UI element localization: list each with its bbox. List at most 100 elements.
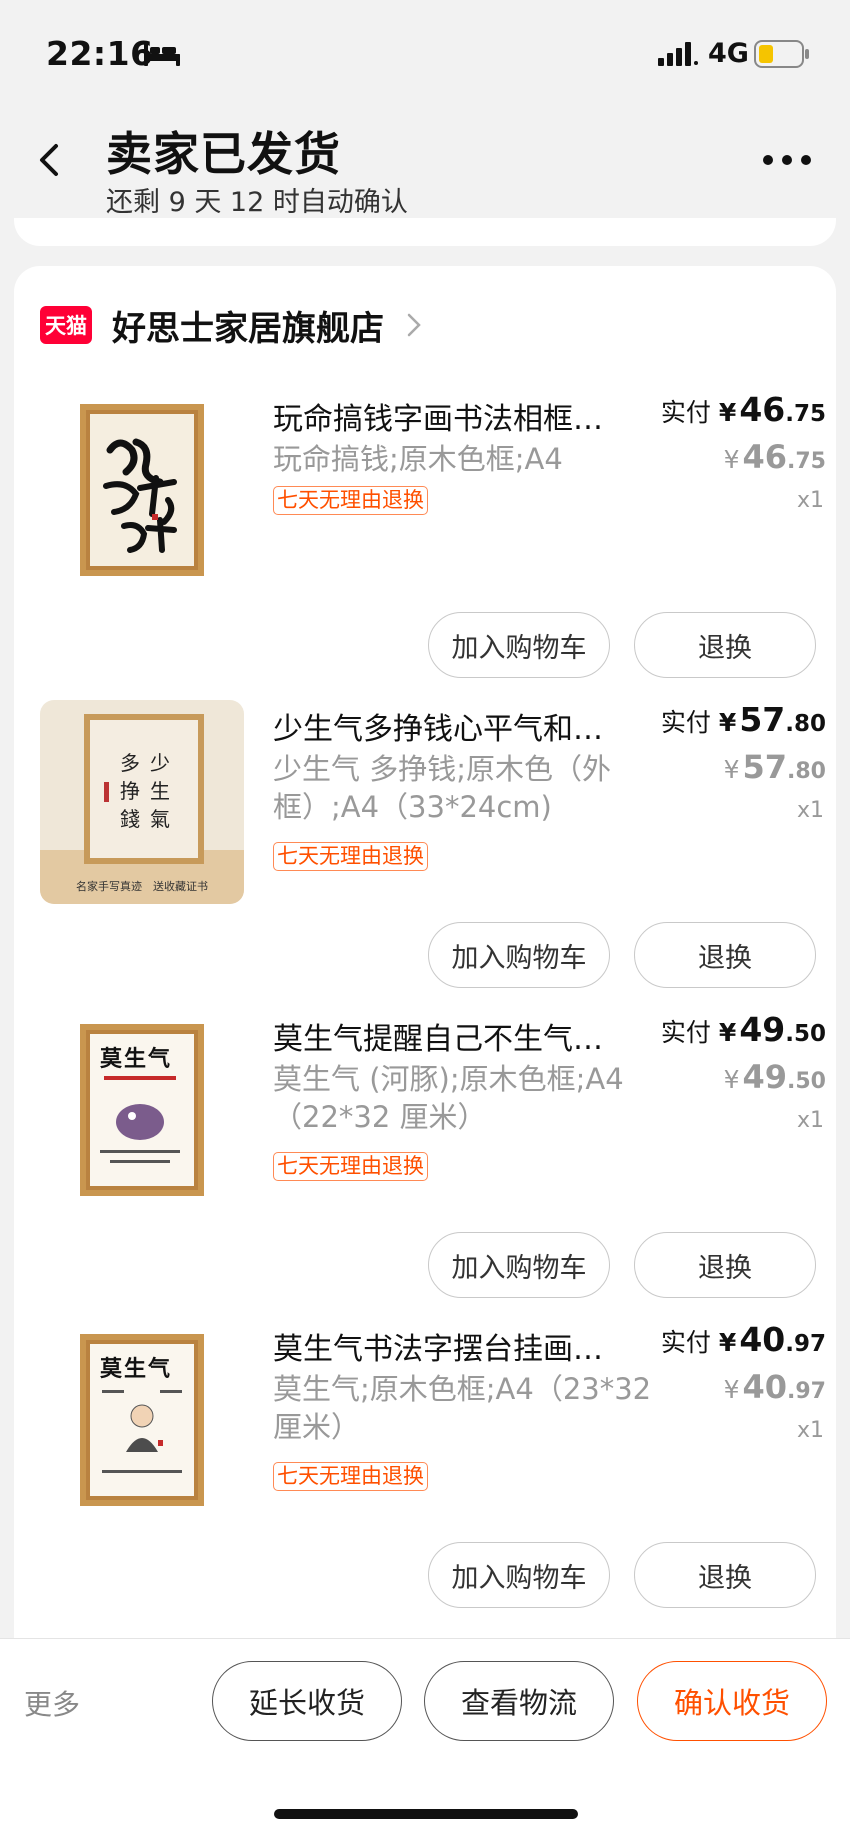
svg-text:气: 气 [147,1046,170,1072]
paid-price-decimal: .97 [785,1331,826,1357]
paid-price-integer: 57 [739,700,786,739]
battery-icon [754,40,809,68]
paid-label: 实付 [660,1018,711,1047]
quantity: x1 [796,1418,824,1443]
page-header: 卖家已发货 还剩 9 天 12 时自动确认 [0,100,850,230]
currency-symbol: ¥ [718,398,737,427]
return-policy-tag: 七天无理由退换 [273,1152,428,1181]
order-items-card: 天猫 好思士家居旗舰店 玩命搞钱字画书法相框… 玩命搞钱;原木色框;A4 七天无… [14,266,836,1666]
product-thumbnail[interactable]: 莫生气 [40,1320,244,1524]
return-exchange-button[interactable]: 退换 [634,612,816,678]
network-type: 4G [708,38,749,69]
add-to-cart-button[interactable]: 加入购物车 [428,1232,610,1298]
page-title: 卖家已发货 [106,127,341,181]
currency-symbol: ¥ [723,1065,740,1094]
more-actions-link[interactable]: 更多 [24,1683,80,1723]
svg-text:生: 生 [124,1046,146,1072]
currency-symbol: ¥ [723,1375,740,1404]
order-detail-page: 22:16 4G 卖家已发货 还剩 9 天 12 时自动确认 天猫 好思士家居旗… [0,0,850,1839]
thumb-caption: 名家手写真迹 送收藏证书 [76,879,208,893]
paid-price: 实付 ¥ 46 .75 [661,390,826,429]
unit-price-decimal: .97 [787,1379,826,1404]
currency-symbol: ¥ [718,1018,737,1047]
framed-monk-image: 莫生气 [40,1320,244,1524]
unit-price-decimal: .80 [787,759,826,784]
quantity: x1 [796,1108,824,1133]
currency-symbol: ¥ [723,445,740,474]
return-exchange-button[interactable]: 退换 [634,1232,816,1298]
add-to-cart-button[interactable]: 加入购物车 [428,1542,610,1608]
unit-price-integer: 57 [742,748,788,786]
unit-price-decimal: .75 [787,449,826,474]
paid-label: 实付 [660,1328,711,1357]
paid-price-integer: 46 [739,390,786,429]
chevron-right-icon [407,313,421,337]
unit-price: ¥ 49 .50 [724,1058,826,1096]
paid-price-integer: 49 [739,1010,786,1049]
paid-price: 实付 ¥ 57 .80 [661,700,826,739]
more-icon[interactable] [762,152,812,168]
currency-symbol: ¥ [718,1328,737,1357]
svg-text:多: 多 [120,751,140,775]
framed-calligraphy-image [40,390,244,594]
svg-text:氣: 氣 [150,807,170,831]
paid-price-decimal: .75 [785,401,826,427]
store-name[interactable]: 好思士家居旗舰店 [112,301,384,350]
paid-price-decimal: .50 [785,1021,826,1047]
previous-card-edge [14,218,836,246]
unit-price-decimal: .50 [787,1069,826,1094]
product-title[interactable]: 莫生气提醒自己不生气… [273,1014,653,1058]
tmall-badge: 天猫 [40,306,92,344]
unit-price-integer: 46 [742,438,788,476]
product-spec: 莫生气;原木色框;A4（23*32 厘米） [273,1372,652,1444]
paid-price-decimal: .80 [785,711,826,737]
unit-price: ¥ 46 .75 [724,438,826,476]
store-header[interactable]: 天猫 好思士家居旗舰店 [40,301,422,350]
paid-price-integer: 40 [739,1320,786,1359]
auto-confirm-countdown: 还剩 9 天 12 时自动确认 [106,187,408,218]
quantity: x1 [796,798,824,823]
product-spec: 少生气 多挣钱;原木色（外框）;A4（33*24cm) [273,752,611,824]
status-time: 22:16 [46,34,154,73]
return-exchange-button[interactable]: 退换 [634,922,816,988]
svg-text:挣: 挣 [120,779,140,803]
view-logistics-button[interactable]: 查看物流 [424,1661,614,1741]
framed-pufferfish-image: 莫生气 [40,1010,244,1214]
return-policy-tag: 七天无理由退换 [273,486,428,515]
bed-icon [144,42,180,66]
framed-calligraphy-image: 少生氣 多挣錢 名家手写真迹 送收藏证书 [40,700,244,904]
bottom-action-bar: 更多 延长收货 查看物流 确认收货 [0,1638,850,1839]
product-title[interactable]: 玩命搞钱字画书法相框… [273,394,653,438]
confirm-receipt-button[interactable]: 确认收货 [637,1661,827,1741]
svg-text:莫: 莫 [100,1046,123,1072]
svg-text:少: 少 [150,751,170,775]
order-item: 少生氣 多挣錢 名家手写真迹 送收藏证书 少生气多挣钱心平气和… 少生气 多挣钱… [14,700,836,1010]
return-policy-tag: 七天无理由退换 [273,1462,428,1491]
return-exchange-button[interactable]: 退换 [634,1542,816,1608]
svg-text:莫: 莫 [100,1356,123,1382]
unit-price: ¥ 40 .97 [724,1368,826,1406]
product-spec: 玩命搞钱;原木色框;A4 [273,442,563,476]
product-thumbnail[interactable]: 莫生气 [40,1010,244,1214]
quantity: x1 [796,488,824,513]
svg-text:生: 生 [150,779,170,803]
currency-symbol: ¥ [723,755,740,784]
signal-icon [658,42,698,66]
product-title[interactable]: 莫生气书法字摆台挂画… [273,1324,653,1368]
add-to-cart-button[interactable]: 加入购物车 [428,612,610,678]
svg-text:气: 气 [147,1356,170,1382]
unit-price: ¥ 57 .80 [724,748,826,786]
paid-price: 实付 ¥ 40 .97 [661,1320,826,1359]
extend-receipt-button[interactable]: 延长收货 [212,1661,402,1741]
home-indicator[interactable] [274,1809,578,1819]
back-icon[interactable] [36,140,64,180]
product-thumbnail[interactable]: 少生氣 多挣錢 名家手写真迹 送收藏证书 [40,700,244,904]
product-title[interactable]: 少生气多挣钱心平气和… [273,704,653,748]
unit-price-integer: 40 [742,1368,788,1406]
paid-price: 实付 ¥ 49 .50 [661,1010,826,1049]
svg-text:生: 生 [124,1356,146,1382]
svg-text:錢: 錢 [120,807,140,831]
add-to-cart-button[interactable]: 加入购物车 [428,922,610,988]
product-thumbnail[interactable] [40,390,244,594]
status-bar: 22:16 4G [0,0,850,100]
